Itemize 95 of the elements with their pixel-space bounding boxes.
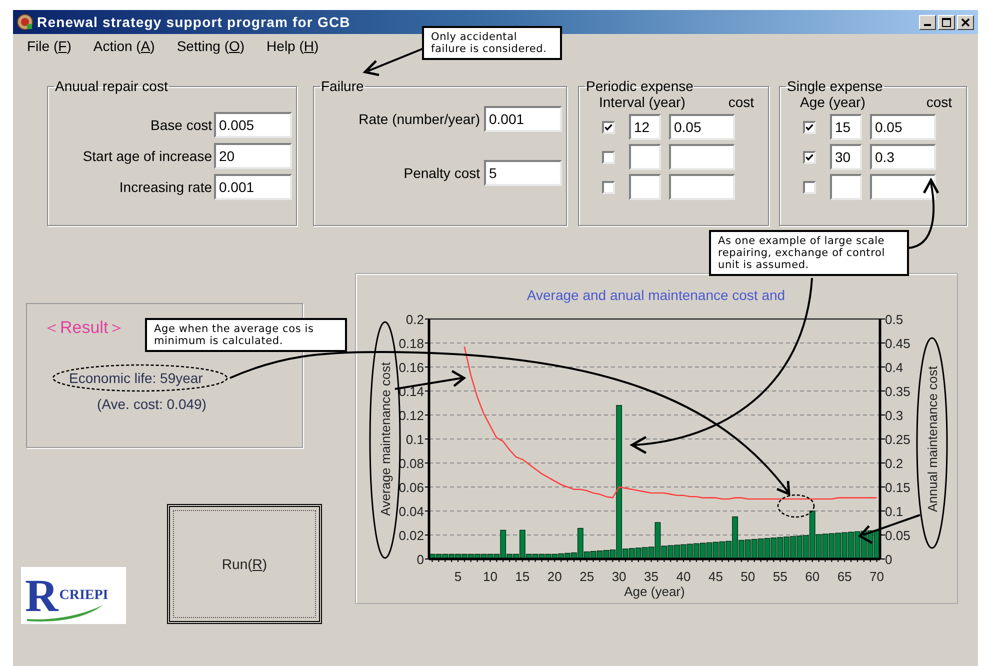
- tick-label: 0.05: [885, 528, 910, 543]
- tick-label: 45: [708, 569, 723, 584]
- checkbox[interactable]: [802, 120, 816, 134]
- close-icon: [961, 18, 970, 26]
- input-field[interactable]: 0.05: [870, 114, 936, 140]
- tick-label: 0.02: [398, 528, 424, 543]
- tick-label: 35: [644, 569, 659, 584]
- tick-label: 60: [805, 569, 820, 584]
- column-header: Age (year): [800, 94, 866, 111]
- input-field[interactable]: [830, 174, 862, 200]
- checkbox[interactable]: [802, 180, 816, 194]
- tick-label: 0.2: [406, 312, 424, 327]
- input-field[interactable]: 0.001: [484, 106, 562, 132]
- callout: Age when the average cos is minimum is calculated.: [145, 318, 347, 352]
- tick-label: 0.3: [885, 408, 904, 423]
- maximize-button[interactable]: [938, 14, 955, 30]
- tick-label: 0.4: [885, 360, 904, 375]
- tick-label: 70: [870, 569, 884, 584]
- axis-title: Annual maintenance cost: [925, 366, 940, 512]
- tick-label: 0.35: [885, 384, 910, 399]
- tick-label: 0.1: [885, 504, 904, 519]
- tick-label: 0.04: [398, 504, 424, 519]
- tick-label: 0.1: [406, 432, 424, 447]
- tick-label: 55: [772, 569, 788, 584]
- close-button[interactable]: [957, 14, 974, 30]
- field-label: Rate (number/year): [358, 111, 480, 127]
- run-button[interactable]: Run(R): [167, 504, 322, 624]
- input-field[interactable]: [669, 174, 735, 200]
- menu-item[interactable]: Help (H): [266, 38, 319, 54]
- group-title: Single expense: [786, 78, 884, 94]
- group-title: Failure: [320, 78, 365, 94]
- checkbox[interactable]: [602, 120, 614, 134]
- field-label: Increasing rate: [118, 179, 212, 195]
- column-header: cost: [926, 94, 952, 111]
- tick-label: 40: [676, 569, 691, 584]
- arrow: [908, 177, 940, 249]
- tick-label: 0.16: [398, 360, 424, 375]
- tick-label: 0: [416, 552, 424, 567]
- tick-label: 0.25: [885, 432, 910, 447]
- tick-label: 10: [482, 569, 498, 584]
- tick-label: 0.45: [885, 336, 910, 351]
- average-cost-text: (Ave. cost: 0.049): [97, 396, 206, 412]
- group-title: Periodic expense: [585, 78, 694, 94]
- input-field[interactable]: [629, 144, 661, 170]
- logo-letter: R: [25, 572, 58, 618]
- dashed-ellipse: [777, 494, 815, 518]
- field-label: Base cost: [150, 117, 212, 133]
- economic-life-text: Economic life: 59year: [69, 370, 203, 386]
- input-field[interactable]: 0.001: [214, 174, 292, 200]
- tick-label: 30: [612, 569, 626, 584]
- callout: Only accidental failure is considered.: [422, 26, 562, 60]
- logo-text: CRIEPI: [59, 588, 108, 604]
- tick-label: 0.15: [885, 480, 910, 495]
- maximize-icon: [942, 18, 951, 26]
- axis-title: Average maintenance cost: [378, 362, 393, 516]
- minimize-button[interactable]: [919, 14, 936, 30]
- tick-label: 5: [454, 569, 462, 584]
- app-icon: [17, 14, 33, 30]
- tick-label: 0: [885, 552, 892, 567]
- tick-label: 50: [740, 569, 756, 584]
- chart-title: Average and anual maintenance cost and: [526, 287, 786, 303]
- callout: As one example of large scale repairing, exchange of control unit is assumed.: [709, 230, 909, 276]
- tick-label: 0.5: [885, 312, 904, 327]
- input-field[interactable]: 0.005: [214, 112, 292, 138]
- group-title: Anuual repair cost: [54, 78, 169, 94]
- checkbox[interactable]: [802, 150, 816, 164]
- input-field[interactable]: 30: [830, 144, 862, 170]
- menu-item[interactable]: Action (A): [93, 38, 155, 54]
- input-field[interactable]: [669, 144, 735, 170]
- column-header: Interval (year): [599, 94, 686, 111]
- input-field[interactable]: 12: [629, 114, 661, 140]
- minimize-icon: [924, 24, 931, 26]
- menu-item[interactable]: Setting (O): [176, 38, 245, 54]
- tick-label: 20: [547, 569, 562, 584]
- menu-item[interactable]: File (F): [27, 38, 72, 54]
- axis-title: Age (year): [624, 584, 685, 599]
- field-label: Penalty cost: [402, 165, 480, 181]
- tick-label: 25: [580, 569, 594, 584]
- checkbox[interactable]: [602, 150, 614, 164]
- tick-label: 15: [515, 569, 530, 584]
- window-title: Renewal strategy support program for GCB: [37, 14, 350, 30]
- tick-label: 0.2: [885, 456, 904, 471]
- tick-label: 65: [837, 569, 852, 584]
- result-title: ＜Result＞: [43, 317, 126, 339]
- input-field[interactable]: 0.05: [669, 114, 735, 140]
- input-field[interactable]: [870, 174, 936, 200]
- input-field[interactable]: 20: [214, 143, 292, 169]
- input-field[interactable]: [629, 174, 661, 200]
- input-field[interactable]: 0.3: [870, 144, 936, 170]
- input-field[interactable]: 15: [830, 114, 862, 140]
- tick-label: 0.18: [398, 336, 424, 351]
- field-label: Start age of increase: [82, 148, 212, 164]
- input-field[interactable]: 5: [484, 160, 562, 186]
- column-header: cost: [728, 94, 754, 111]
- checkbox[interactable]: [602, 180, 614, 194]
